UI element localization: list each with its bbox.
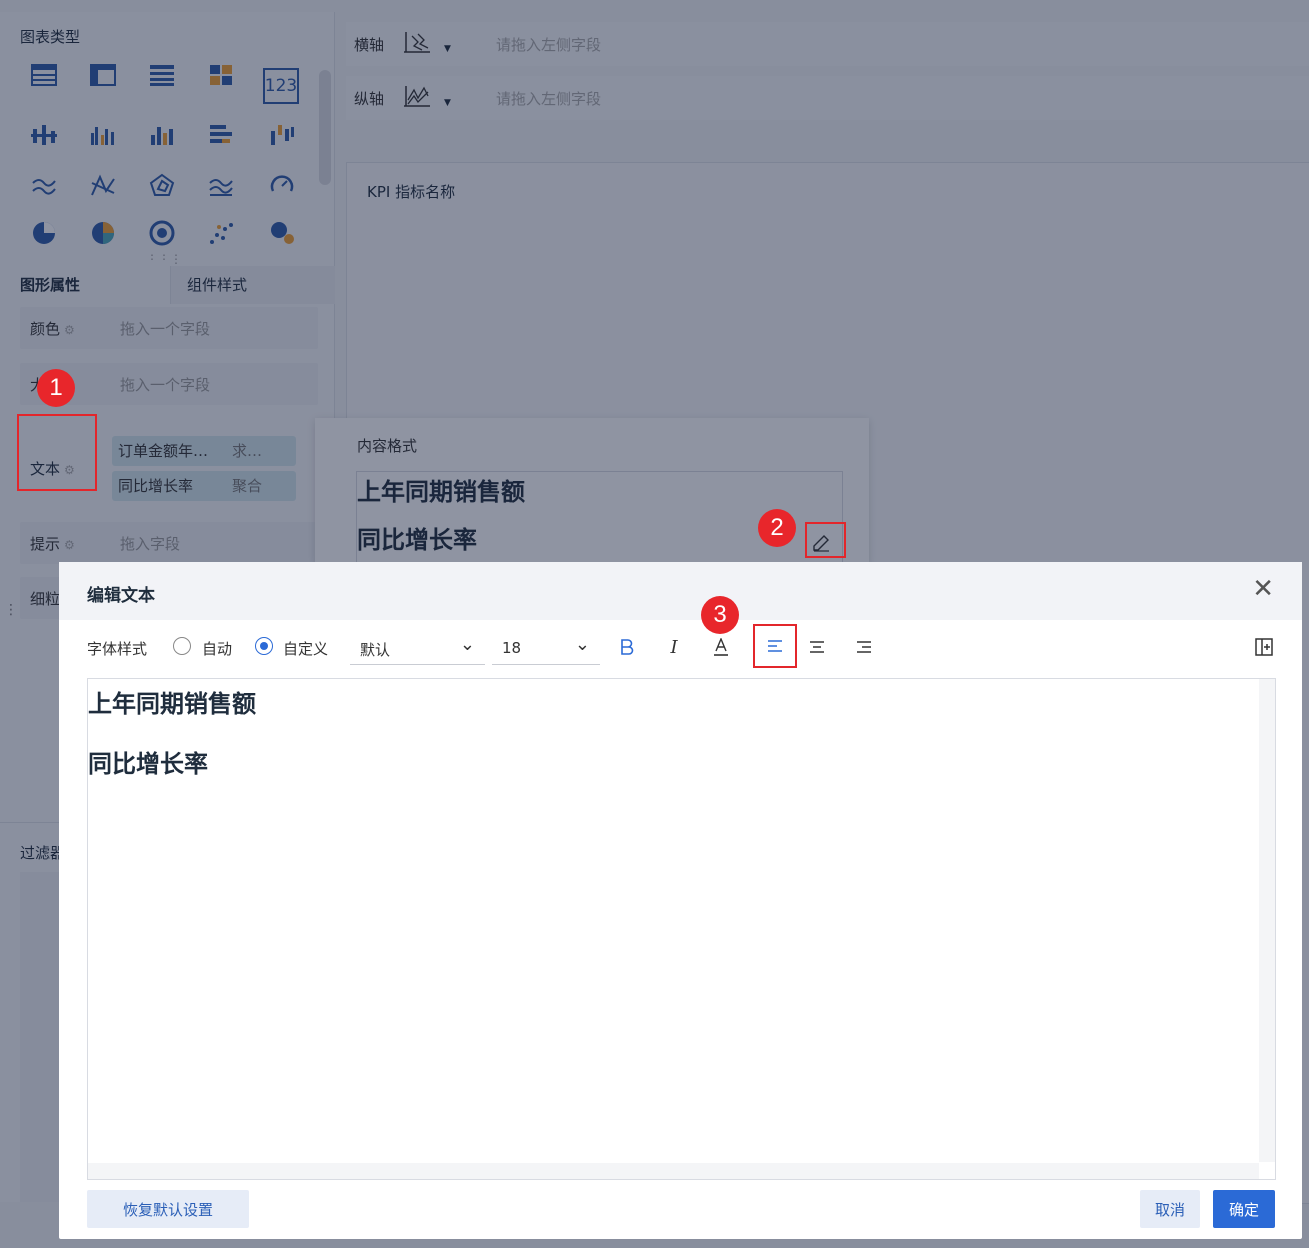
insert-field-icon[interactable] bbox=[1248, 632, 1280, 662]
align-left-icon[interactable] bbox=[753, 624, 797, 668]
italic-icon[interactable]: I bbox=[658, 632, 690, 662]
chevron-down-icon: ⌄ bbox=[574, 634, 590, 655]
radio-auto-label[interactable]: 自动 bbox=[202, 638, 232, 659]
bold-icon[interactable] bbox=[611, 632, 643, 662]
editor-line[interactable]: 上年同期销售额 bbox=[88, 684, 256, 719]
step-badge-3: 3 bbox=[701, 596, 739, 634]
dialog-header: 编辑文本 ✕ bbox=[59, 562, 1302, 620]
reset-default-button[interactable]: 恢复默认设置 bbox=[87, 1190, 249, 1228]
font-color-icon[interactable] bbox=[705, 632, 737, 662]
highlight-box-edit bbox=[805, 522, 846, 558]
close-icon[interactable]: ✕ bbox=[1252, 576, 1274, 602]
align-right-icon[interactable] bbox=[848, 632, 880, 662]
vertical-scrollbar[interactable] bbox=[1259, 679, 1275, 1162]
chevron-down-icon: ⌄ bbox=[459, 634, 475, 655]
step-badge-1: 1 bbox=[37, 369, 75, 407]
font-family-select[interactable]: 默认 ⌄ bbox=[350, 632, 485, 665]
dialog-title: 编辑文本 bbox=[87, 586, 155, 606]
align-center-icon[interactable] bbox=[801, 632, 833, 662]
step-badge-2: 2 bbox=[758, 509, 796, 547]
editor-line[interactable]: 同比增长率 bbox=[88, 744, 208, 779]
radio-custom-label[interactable]: 自定义 bbox=[283, 638, 328, 659]
font-size-select[interactable]: 18 ⌄ bbox=[492, 632, 600, 665]
text-editor[interactable]: 上年同期销售额 同比增长率 bbox=[87, 678, 1276, 1180]
radio-custom[interactable] bbox=[255, 637, 273, 655]
horizontal-scrollbar[interactable] bbox=[88, 1163, 1259, 1179]
font-style-label: 字体样式 bbox=[87, 640, 148, 658]
text-toolbar: 字体样式 自动 自定义 默认 ⌄ 18 ⌄ I bbox=[87, 624, 1287, 668]
radio-auto[interactable] bbox=[173, 637, 191, 655]
highlight-box-text-field bbox=[17, 414, 97, 491]
edit-text-dialog: 编辑文本 ✕ 字体样式 自动 自定义 默认 ⌄ 18 ⌄ I 上年同期销售额 同… bbox=[59, 562, 1302, 1239]
confirm-button[interactable]: 确定 bbox=[1213, 1190, 1275, 1228]
cancel-button[interactable]: 取消 bbox=[1140, 1190, 1200, 1228]
